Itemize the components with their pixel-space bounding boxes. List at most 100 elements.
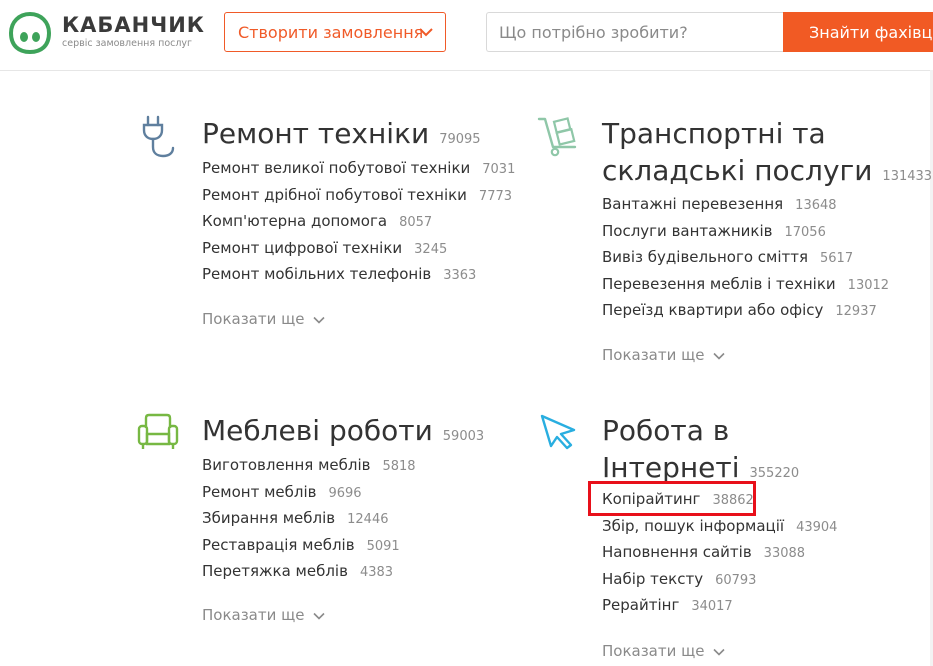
subcategory-link[interactable]: Реставрація меблів (202, 536, 355, 554)
subcategory-count: 12446 (347, 512, 389, 527)
list-item: Комп'ютерна допомога 8057 (202, 211, 515, 238)
list-item: Послуги вантажників 17056 (602, 221, 889, 248)
logo-subtitle: сервіс замовлення послуг (62, 38, 193, 49)
armchair-icon (137, 413, 179, 449)
highlight-box (588, 481, 756, 516)
subcategory-link[interactable]: Набір тексту (602, 570, 703, 588)
list-item: Рерайтінг 34017 (602, 595, 837, 622)
show-more-button[interactable]: Показати ще (202, 606, 325, 624)
subcategory-count: 7773 (478, 188, 513, 204)
pig-snout-logo-icon (8, 11, 52, 55)
list-item: Переїзд квартири або офісу 12937 (602, 300, 889, 327)
subcategory-link[interactable]: Виготовлення меблів (202, 456, 370, 474)
create-order-label: Створити замовлення (238, 22, 424, 42)
subcategory-count: 5091 (366, 538, 400, 554)
show-more-button[interactable]: Показати ще (602, 346, 725, 364)
subcategory-count: 13012 (847, 277, 890, 293)
subcategory-link[interactable]: Вивіз будівельного сміття (602, 248, 808, 266)
subcategory-link[interactable]: Комп'ютерна допомога (202, 212, 387, 230)
category-title-text: складські послуги (602, 154, 873, 187)
chevron-down-icon (312, 612, 325, 620)
category-title-text: Ремонт техніки (202, 117, 430, 150)
show-more-label: Показати ще (602, 346, 705, 364)
chevron-down-icon (712, 352, 725, 360)
subcategory-count: 5818 (382, 459, 416, 474)
category-count: 131433 (882, 169, 933, 184)
list-item: Вантажні перевезення 13648 (602, 194, 889, 221)
subcategory-count: 43904 (796, 519, 838, 535)
list-item: Збір, пошук інформації 43904 (602, 516, 837, 543)
category-title[interactable]: Меблеві роботи 59003 (202, 412, 484, 455)
subcategory-count: 7031 (482, 162, 516, 177)
hand-truck-icon (537, 117, 577, 157)
show-more-button[interactable]: Показати ще (602, 642, 725, 660)
category-title-line: Транспортні та (602, 117, 826, 150)
list-item: Виготовлення меблів 5818 (202, 455, 416, 482)
subcategory-count: 3363 (443, 268, 477, 283)
cursor-icon (540, 414, 576, 450)
category-count: 355220 (749, 466, 800, 481)
logo-title: КАБАНЧИК (62, 13, 205, 37)
site-header: КАБАНЧИК сервіс замовлення послуг Створи… (0, 0, 933, 71)
subcategory-count: 60793 (715, 572, 757, 588)
list-item: Ремонт цифрової техніки 3245 (202, 238, 515, 265)
category-title-text: Меблеві роботи (202, 414, 433, 447)
subcategory-list: Вантажні перевезення 13648 Послуги вантаж… (602, 194, 889, 327)
category-count: 79095 (439, 132, 481, 147)
subcategory-link[interactable]: Наповнення сайтів (602, 543, 752, 561)
plug-icon (142, 115, 175, 158)
list-item: Ремонт меблів 9696 (202, 482, 416, 509)
subcategory-count: 3245 (414, 241, 448, 257)
subcategory-count: 13648 (795, 198, 837, 213)
logo[interactable]: КАБАНЧИК сервіс замовлення послуг (8, 11, 204, 55)
subcategory-link[interactable]: Ремонт дрібної побутової техніки (202, 186, 467, 204)
subcategory-link[interactable]: Перетяжка меблів (202, 562, 348, 580)
subcategory-link[interactable]: Ремонт мобільних телефонів (202, 265, 431, 283)
category-title-line: Робота в (602, 414, 730, 447)
subcategory-link[interactable]: Збір, пошук інформації (602, 517, 784, 535)
subcategory-link[interactable]: Послуги вантажників (602, 222, 772, 240)
show-more-label: Показати ще (202, 310, 305, 328)
category-title[interactable]: Робота в Інтернеті 355220 (602, 412, 799, 492)
list-item: Реставрація меблів 5091 (202, 535, 416, 562)
show-more-label: Показати ще (202, 606, 305, 624)
subcategory-link[interactable]: Ремонт великої побутової техніки (202, 159, 470, 177)
category-title[interactable]: Ремонт техніки 79095 (202, 115, 481, 158)
subcategory-count: 5617 (820, 251, 854, 266)
list-item: Вивіз будівельного сміття 5617 (602, 247, 889, 274)
subcategory-link[interactable]: Рерайтінг (602, 596, 679, 614)
subcategory-count: 4383 (359, 565, 394, 580)
subcategory-link[interactable]: Переїзд квартири або офісу (602, 301, 823, 319)
subcategory-list: Ремонт великої побутової техніки 7031 Рем… (202, 158, 515, 291)
subcategory-count: 12937 (835, 304, 877, 319)
chevron-down-icon (312, 316, 325, 324)
subcategory-count: 9696 (328, 485, 362, 501)
subcategory-link[interactable]: Збирання меблів (202, 509, 335, 527)
subcategory-link[interactable]: Ремонт меблів (202, 483, 316, 501)
category-title-text: Інтернеті (602, 451, 740, 484)
list-item: Ремонт великої побутової техніки 7031 (202, 158, 515, 185)
category-title[interactable]: Транспортні та складські послуги 131433 (602, 115, 932, 195)
list-item: Ремонт дрібної побутової техніки 7773 (202, 185, 515, 212)
list-item: Наповнення сайтів 33088 (602, 542, 837, 569)
create-order-button[interactable]: Створити замовлення (224, 12, 446, 52)
subcategory-count: 8057 (399, 215, 433, 230)
chevron-down-icon (712, 648, 725, 656)
subcategory-count: 17056 (784, 224, 826, 240)
subcategory-link[interactable]: Вантажні перевезення (602, 195, 783, 213)
subcategory-link[interactable]: Ремонт цифрової техніки (202, 239, 402, 257)
subcategory-count: 33088 (763, 546, 806, 561)
show-more-button[interactable]: Показати ще (202, 310, 325, 328)
search-input[interactable] (486, 12, 784, 52)
list-item: Перевезення меблів і техніки 13012 (602, 274, 889, 301)
find-specialist-button[interactable]: Знайти фахівця (783, 12, 933, 52)
subcategory-list: Виготовлення меблів 5818 Ремонт меблів 969… (202, 455, 416, 588)
list-item: Ремонт мобільних телефонів 3363 (202, 264, 515, 291)
chevron-down-icon (419, 28, 433, 37)
category-title-line: складські послуги 131433 (602, 152, 932, 195)
list-item: Збирання меблів 12446 (202, 508, 416, 535)
subcategory-link[interactable]: Перевезення меблів і техніки (602, 275, 836, 293)
list-item: Перетяжка меблів 4383 (202, 561, 416, 588)
list-item: Набір тексту 60793 (602, 569, 837, 596)
show-more-label: Показати ще (602, 642, 705, 660)
